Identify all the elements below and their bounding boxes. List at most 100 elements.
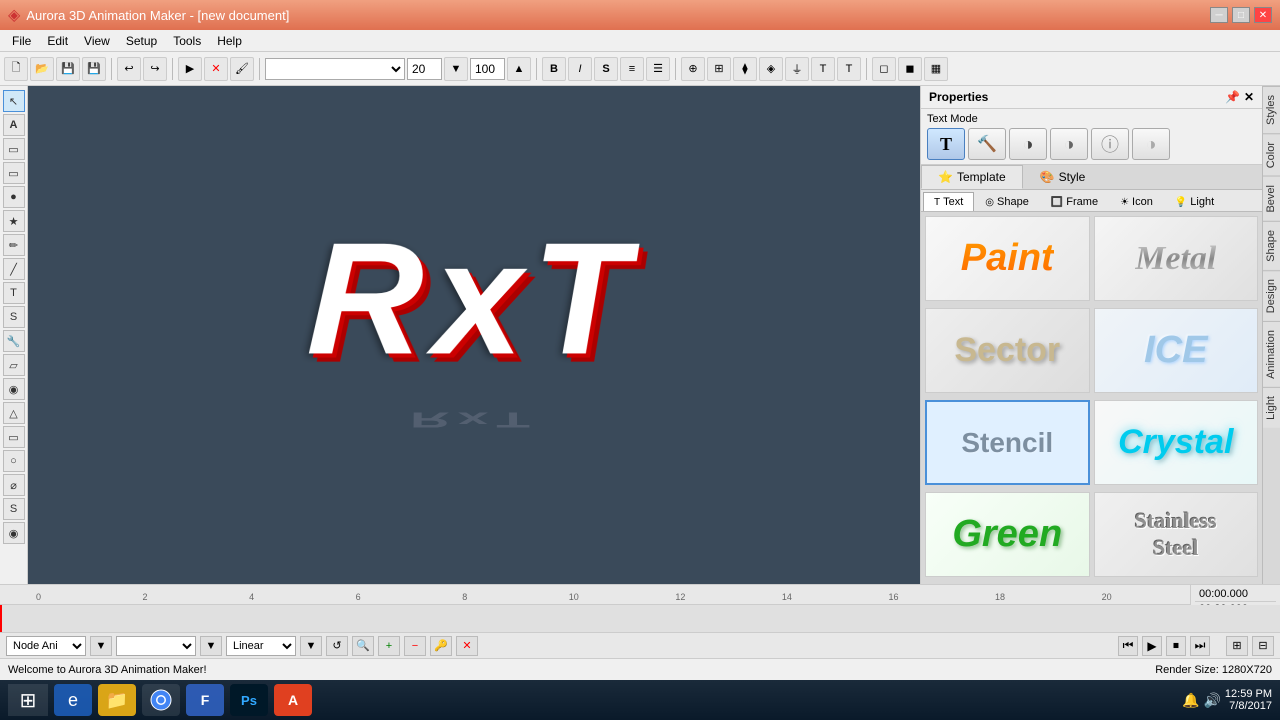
- font-size-input[interactable]: [407, 58, 442, 80]
- template-stencil[interactable]: Stencil: [925, 400, 1090, 485]
- strikethrough-button[interactable]: S: [594, 57, 618, 81]
- tool2-button[interactable]: ⊞: [707, 57, 731, 81]
- ring-tool[interactable]: ○: [3, 450, 25, 472]
- side-tab-animation[interactable]: Animation: [1263, 321, 1280, 387]
- menu-tools[interactable]: Tools: [165, 32, 209, 50]
- side-tab-bevel[interactable]: Bevel: [1263, 176, 1280, 221]
- tool5-button[interactable]: ⏚: [785, 57, 809, 81]
- timeline-track-select[interactable]: [116, 636, 196, 656]
- box-tool[interactable]: ▭: [3, 426, 25, 448]
- bold-button[interactable]: B: [542, 57, 566, 81]
- redo-button[interactable]: ↪: [143, 57, 167, 81]
- minimize-button[interactable]: ─: [1210, 7, 1228, 23]
- side-tab-styles[interactable]: Styles: [1263, 86, 1280, 133]
- template-sector[interactable]: Sector: [925, 308, 1090, 393]
- tool6-button[interactable]: T: [811, 57, 835, 81]
- menu-edit[interactable]: Edit: [39, 32, 76, 50]
- restore-button[interactable]: □: [1232, 7, 1250, 23]
- text2-tool[interactable]: T: [3, 282, 25, 304]
- select-tool[interactable]: ↖: [3, 90, 25, 112]
- align2-button[interactable]: ☰: [646, 57, 670, 81]
- panel-close-button[interactable]: ✕: [1244, 90, 1254, 104]
- side-tab-light[interactable]: Light: [1263, 387, 1280, 428]
- dot-tool[interactable]: ◉: [3, 522, 25, 544]
- text-mode-6[interactable]: ◑: [1132, 128, 1170, 160]
- side-tab-color[interactable]: Color: [1263, 133, 1280, 176]
- spiral-tool[interactable]: S: [3, 498, 25, 520]
- star-tool[interactable]: ★: [3, 210, 25, 232]
- side-tab-design[interactable]: Design: [1263, 270, 1280, 321]
- forward-btn[interactable]: ⏭: [1190, 636, 1210, 656]
- rect-tool[interactable]: ▭: [3, 138, 25, 160]
- search-btn[interactable]: 🔍: [352, 636, 374, 656]
- close-button[interactable]: ✕: [1254, 7, 1272, 23]
- ctrl-dropdown2[interactable]: ▼: [200, 636, 222, 656]
- add-btn[interactable]: +: [378, 636, 400, 656]
- ctrl-dropdown1[interactable]: ▼: [90, 636, 112, 656]
- font-scale-input[interactable]: [470, 58, 505, 80]
- text-mode-4[interactable]: ◑: [1050, 128, 1088, 160]
- rect2-tool[interactable]: ▭: [3, 162, 25, 184]
- subtab-shape[interactable]: ◎ Shape: [974, 192, 1040, 211]
- circle-tool[interactable]: ●: [3, 186, 25, 208]
- tool3-button[interactable]: ⧫: [733, 57, 757, 81]
- taskbar-aurora[interactable]: A: [274, 684, 312, 716]
- taskbar-folders[interactable]: F: [186, 684, 224, 716]
- align-button[interactable]: ≡: [620, 57, 644, 81]
- oval-tool[interactable]: ◉: [3, 378, 25, 400]
- rewind-btn[interactable]: ⏮: [1118, 636, 1138, 656]
- template-green[interactable]: Green: [925, 492, 1090, 577]
- remove-btn[interactable]: −: [404, 636, 426, 656]
- render-button[interactable]: ▶: [178, 57, 202, 81]
- menu-view[interactable]: View: [76, 32, 118, 50]
- side-tab-shape[interactable]: Shape: [1263, 221, 1280, 270]
- taskbar-chrome[interactable]: [142, 684, 180, 716]
- template-paint[interactable]: Paint: [925, 216, 1090, 301]
- play-btn[interactable]: ▶: [1142, 636, 1162, 656]
- pen-tool[interactable]: ✏: [3, 234, 25, 256]
- start-button[interactable]: ⊞: [8, 684, 48, 716]
- text-mode-2[interactable]: 🔨: [968, 128, 1006, 160]
- open-button[interactable]: 📂: [30, 57, 54, 81]
- linear-select[interactable]: Linear: [226, 636, 296, 656]
- shape-tool[interactable]: ▱: [3, 354, 25, 376]
- taskbar-ie[interactable]: e: [54, 684, 92, 716]
- end-btn[interactable]: ⊟: [1252, 636, 1274, 656]
- template-steel[interactable]: StainlessSteel: [1094, 492, 1259, 577]
- template-ice[interactable]: ICE: [1094, 308, 1259, 393]
- panel-pin-button[interactable]: 📌: [1225, 90, 1240, 104]
- italic-button[interactable]: I: [568, 57, 592, 81]
- font-dropdown[interactable]: [265, 58, 405, 80]
- font-size-down[interactable]: ▼: [444, 57, 468, 81]
- text-mode-1[interactable]: T: [927, 128, 965, 160]
- text-mode-3[interactable]: ◑: [1009, 128, 1047, 160]
- menu-help[interactable]: Help: [209, 32, 250, 50]
- link-tool[interactable]: ⌀: [3, 474, 25, 496]
- s-tool[interactable]: S: [3, 306, 25, 328]
- text-mode-5[interactable]: ⓘ: [1091, 128, 1129, 160]
- tool1-button[interactable]: ⊕: [681, 57, 705, 81]
- tool7-button[interactable]: T: [837, 57, 861, 81]
- render3-button[interactable]: ▦: [924, 57, 948, 81]
- line-tool[interactable]: ╱: [3, 258, 25, 280]
- menu-setup[interactable]: Setup: [118, 32, 165, 50]
- taskbar-photoshop[interactable]: Ps: [230, 684, 268, 716]
- subtab-light[interactable]: 💡 Light: [1164, 192, 1225, 211]
- template-metal[interactable]: Metal: [1094, 216, 1259, 301]
- node-ani-select[interactable]: Node Ani: [6, 636, 86, 656]
- menu-file[interactable]: File: [4, 32, 39, 50]
- canvas-area[interactable]: RxT RxT: [28, 86, 920, 584]
- save-as-button[interactable]: 💾: [82, 57, 106, 81]
- tool4-button[interactable]: ◈: [759, 57, 783, 81]
- screen-btn[interactable]: ⊞: [1226, 636, 1248, 656]
- stop-btn[interactable]: ⏹: [1166, 636, 1186, 656]
- render1-button[interactable]: ◻: [872, 57, 896, 81]
- template-crystal[interactable]: Crystal: [1094, 400, 1259, 485]
- wrench-tool[interactable]: 🔧: [3, 330, 25, 352]
- subtab-frame[interactable]: 🔲 Frame: [1040, 192, 1109, 211]
- subtab-text[interactable]: T Text: [923, 192, 974, 211]
- delete-btn[interactable]: ✕: [456, 636, 478, 656]
- refresh-btn[interactable]: ↺: [326, 636, 348, 656]
- undo-button[interactable]: ↩: [117, 57, 141, 81]
- tri-tool[interactable]: △: [3, 402, 25, 424]
